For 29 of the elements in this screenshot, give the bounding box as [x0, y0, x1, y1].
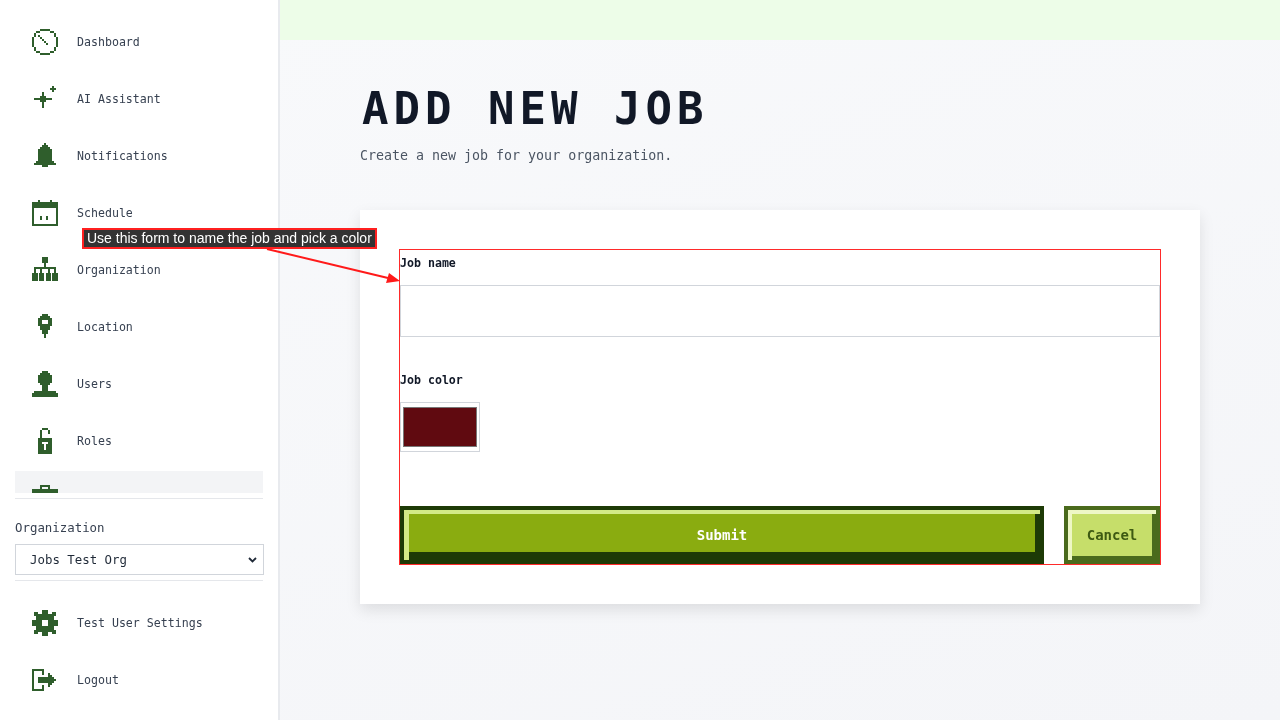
page-subtitle: Create a new job for your organization.	[360, 147, 673, 165]
chevron-down-icon	[248, 557, 257, 563]
sidebar-item[interactable]: Organization	[15, 255, 263, 284]
cancel-button[interactable]: Cancel	[1064, 506, 1160, 564]
gauge-icon	[32, 28, 58, 55]
organization-select[interactable]: Jobs Test Org	[15, 544, 264, 575]
sidebar-item[interactable]: Roles	[15, 426, 263, 455]
org-chart-icon	[32, 256, 58, 283]
annotation-callout: Use this form to name the job and pick a color	[82, 228, 377, 249]
sidebar-item[interactable]: Users	[15, 369, 263, 398]
sidebar-item[interactable]: Location	[15, 312, 263, 341]
field-label: Job color	[400, 372, 463, 389]
field-label: Job name	[400, 255, 456, 272]
sidebar-item[interactable]: Logout	[15, 666, 263, 694]
briefcase-icon	[32, 485, 58, 493]
sidebar-item[interactable]	[15, 471, 263, 493]
page-title: ADD NEW JOB	[362, 83, 709, 135]
sidebar-item[interactable]: Dashboard	[15, 27, 263, 56]
organization-label: Organization	[15, 520, 105, 536]
sidebar-item[interactable]: AI Assistant	[15, 84, 263, 113]
bell-icon	[32, 142, 58, 169]
sidebar-item[interactable]: Test User Settings	[15, 609, 263, 637]
job-name-input[interactable]	[400, 285, 1160, 337]
gear-icon	[32, 610, 58, 636]
user-icon	[32, 370, 58, 397]
calendar-icon	[32, 199, 58, 226]
sidebar-item[interactable]: Notifications	[15, 141, 263, 170]
sidebar-item[interactable]: Schedule	[15, 198, 263, 227]
logout-icon	[32, 667, 58, 693]
